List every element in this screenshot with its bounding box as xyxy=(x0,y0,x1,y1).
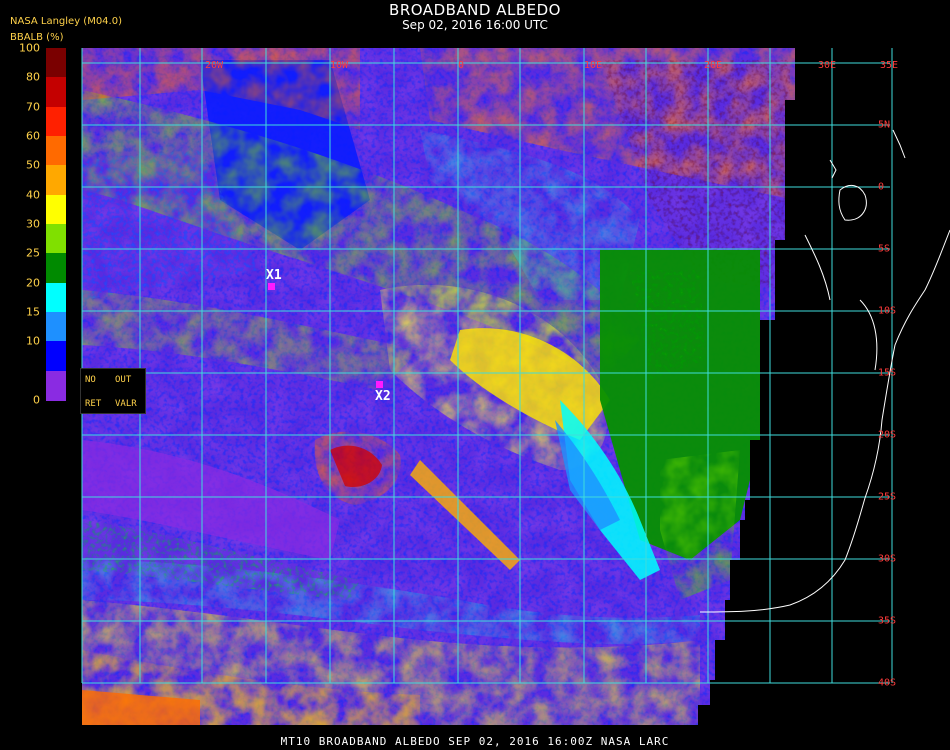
colorbar-tick-label: 60 xyxy=(26,129,40,143)
colorbar-tick-label: 15 xyxy=(26,305,40,319)
colorbar-tick-label: 80 xyxy=(26,70,40,84)
latitude-label: 10S xyxy=(878,305,897,317)
colorbar-tick-label: 100 xyxy=(19,41,40,55)
longitude-label: 35E xyxy=(880,60,899,71)
colorbar-tick-label: 70 xyxy=(26,100,40,114)
colorbar-segment xyxy=(46,165,66,196)
colorbar-segment xyxy=(46,106,66,137)
credit-label: NASA Langley (M04.0) xyxy=(10,16,122,27)
colorbar-segment xyxy=(46,224,66,254)
colorbar-tick-label: 50 xyxy=(26,158,40,172)
map-subtitle: Sep 02, 2016 16:00 UTC xyxy=(402,18,548,32)
colorbar-tick-label: 20 xyxy=(26,276,40,290)
latitude-label: 30S xyxy=(878,553,897,565)
latitude-label: 40S xyxy=(878,677,897,689)
colorbar-segment xyxy=(46,48,66,78)
footer-caption: MT10 BROADBAND ALBEDO SEP 02, 2016 16:00… xyxy=(280,735,670,748)
colorbar xyxy=(46,48,66,401)
legend-out: OUT xyxy=(115,375,132,385)
legend-no: NO xyxy=(85,375,96,385)
latitude-label: 5N xyxy=(878,119,891,131)
colorbar-tick-label: 40 xyxy=(26,188,40,202)
colorbar-tick-label: 10 xyxy=(26,334,40,348)
legend-valr: VALR xyxy=(115,399,137,409)
marker-x2-dot xyxy=(376,381,383,388)
latitude-label: 15S xyxy=(878,367,897,379)
colorbar-segment xyxy=(46,370,66,401)
longitude-label: 20E xyxy=(704,60,723,71)
colorbar-tick-label: 30 xyxy=(26,217,40,231)
longitude-label: 20W xyxy=(205,60,224,71)
colorbar-tick-label: 0 xyxy=(33,393,40,407)
latitude-label: 0 xyxy=(878,181,885,193)
colorbar-segment xyxy=(46,194,66,225)
title-block: BROADBAND ALBEDO Sep 02, 2016 16:00 UTC xyxy=(0,2,950,32)
marker-x2-label: X2 xyxy=(375,389,391,404)
colorbar-tick-label: 25 xyxy=(26,246,40,260)
colorbar-segment xyxy=(46,136,66,166)
longitude-label: 10W xyxy=(330,60,349,71)
latitude-label: 25S xyxy=(878,491,897,503)
legend-box: NO OUT RET VALR xyxy=(80,368,146,414)
colorbar-segment xyxy=(46,77,66,108)
longitude-label: 10E xyxy=(584,60,603,71)
longitude-label: 30E xyxy=(818,60,837,71)
colorbar-segment xyxy=(46,341,66,372)
colorbar-segment xyxy=(46,253,66,284)
colorbar-segment xyxy=(46,282,66,313)
latitude-label: 5S xyxy=(878,243,891,255)
albedo-imagery xyxy=(82,48,795,725)
marker-x1-dot xyxy=(268,283,275,290)
latitude-label: 35S xyxy=(878,615,897,627)
latitude-label: 20S xyxy=(878,429,897,441)
map-title: BROADBAND ALBEDO xyxy=(389,1,561,19)
marker-x1-label: X1 xyxy=(266,268,282,283)
legend-ret: RET xyxy=(85,399,102,409)
longitude-label: 0 xyxy=(458,60,465,71)
colorbar-segment xyxy=(46,312,66,342)
